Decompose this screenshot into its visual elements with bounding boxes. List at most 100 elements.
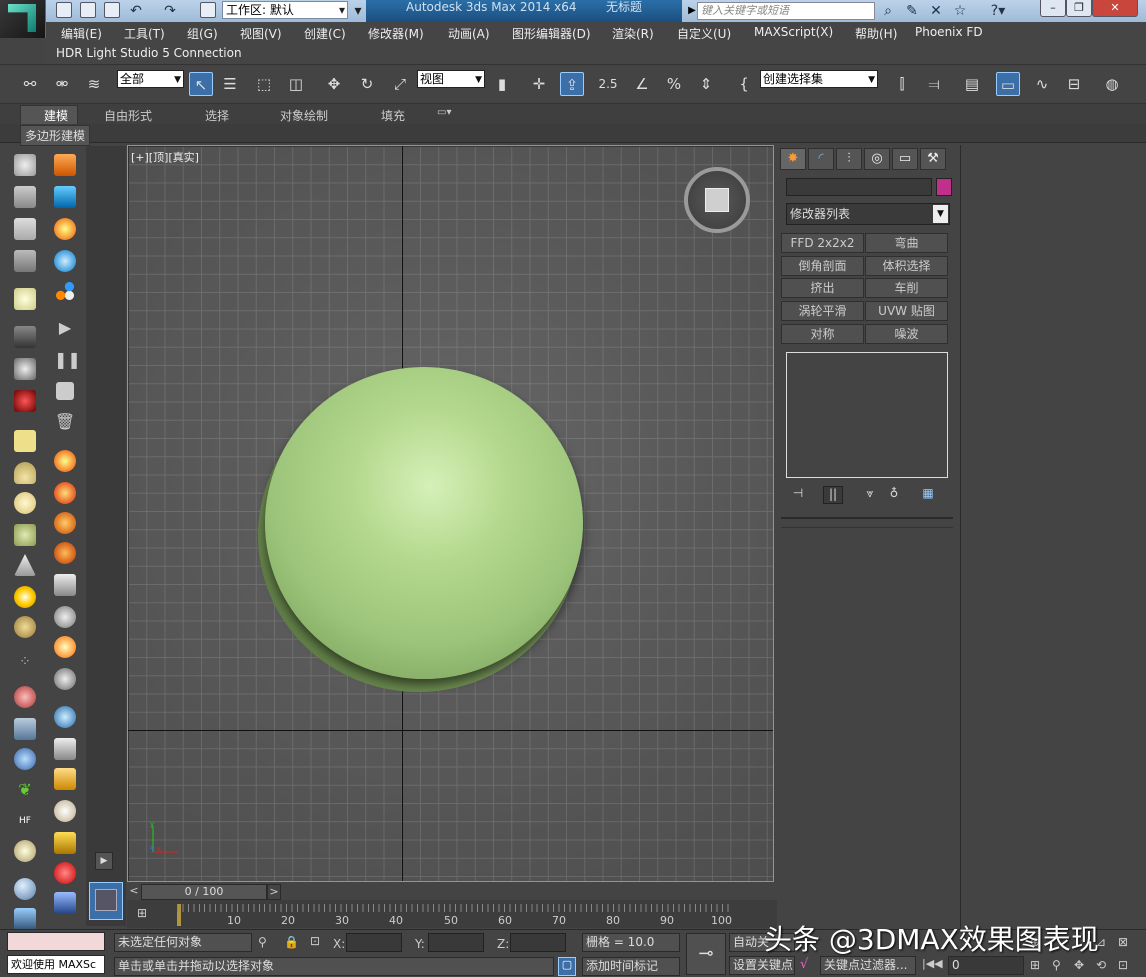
menu-tools[interactable]: 工具(T) bbox=[124, 25, 165, 42]
rotate-icon[interactable]: ↻ bbox=[355, 72, 379, 96]
hf-icon[interactable]: HF bbox=[14, 810, 36, 832]
expand-arrow-icon[interactable]: ▶ bbox=[95, 852, 113, 870]
snap-toggle-icon[interactable]: 2.5 bbox=[596, 72, 620, 96]
smoke-icon[interactable] bbox=[54, 574, 76, 596]
tools-icon[interactable]: ✎ bbox=[904, 3, 920, 19]
beer-icon[interactable] bbox=[54, 768, 76, 790]
menu-help[interactable]: 帮助(H) bbox=[855, 25, 897, 42]
workspace-dropdown[interactable]: 工作区: 默认 bbox=[222, 1, 348, 19]
sphere-icon[interactable] bbox=[14, 616, 36, 638]
gear-icon[interactable] bbox=[14, 748, 36, 770]
document-icon[interactable] bbox=[14, 218, 36, 240]
turbosmooth-button[interactable]: 涡轮平滑 bbox=[781, 301, 864, 321]
utilities-tab-icon[interactable]: ⚒ bbox=[920, 148, 946, 170]
box-icon[interactable] bbox=[54, 892, 76, 914]
tab-selection[interactable]: 选择 bbox=[205, 107, 229, 124]
bevel-profile-button[interactable]: 倒角剖面 bbox=[781, 256, 864, 276]
show-end-result-icon[interactable]: || bbox=[823, 486, 843, 504]
orbit-icon[interactable]: ⟲ bbox=[1096, 958, 1112, 974]
open-file-icon[interactable] bbox=[80, 2, 96, 18]
pan-icon[interactable]: ✥ bbox=[1074, 958, 1090, 974]
isolate-icon[interactable]: ⚲ bbox=[258, 935, 272, 951]
particles-color-icon[interactable] bbox=[54, 280, 76, 302]
new-file-icon[interactable] bbox=[56, 2, 72, 18]
zoom-extents-icon[interactable]: ⊠ bbox=[1118, 935, 1134, 951]
table-icon[interactable] bbox=[14, 250, 36, 272]
layer-manager-icon[interactable]: ▤ bbox=[960, 72, 984, 96]
symmetry-button[interactable]: 对称 bbox=[781, 324, 864, 344]
time-config-icon[interactable]: ⊞ bbox=[1030, 958, 1046, 974]
remove-modifier-icon[interactable]: ♁ bbox=[884, 486, 904, 504]
cloud-icon[interactable] bbox=[54, 668, 76, 690]
volume-select-button[interactable]: 体积选择 bbox=[865, 256, 948, 276]
hedra-icon[interactable] bbox=[14, 524, 36, 546]
y-coordinate-field[interactable] bbox=[428, 933, 484, 952]
drop-icon[interactable] bbox=[54, 706, 76, 728]
reference-coordinate-dropdown[interactable]: 视图 bbox=[417, 70, 485, 88]
window-crossing-icon[interactable]: ◫ bbox=[284, 72, 308, 96]
percent-snap-icon[interactable]: % bbox=[662, 72, 686, 96]
menu-maxscript[interactable]: MAXScript(X) bbox=[754, 25, 833, 39]
lock-icon[interactable]: 🔒 bbox=[284, 935, 299, 951]
sphere-half-icon[interactable] bbox=[14, 358, 36, 380]
viewport-top[interactable]: [+][顶][真实] y z x bbox=[127, 145, 774, 882]
plane-icon[interactable] bbox=[14, 430, 36, 452]
ribbon-options-icon[interactable]: ▭▾ bbox=[437, 107, 451, 118]
menu-views[interactable]: 视图(V) bbox=[240, 25, 282, 42]
current-frame-field[interactable]: 0 bbox=[948, 956, 1024, 975]
bend-button[interactable]: 弯曲 bbox=[865, 233, 948, 253]
flame-2-icon[interactable] bbox=[54, 482, 76, 504]
menu-graph-editors[interactable]: 图形编辑器(D) bbox=[512, 25, 591, 42]
maxscript-mini-listener[interactable]: 欢迎使用 MAXSc bbox=[7, 955, 105, 974]
undo-icon[interactable]: ↶ bbox=[128, 3, 144, 19]
set-key-icon[interactable]: ⊸ bbox=[686, 933, 726, 975]
menu-animation[interactable]: 动画(A) bbox=[448, 25, 490, 42]
chevron-down-icon[interactable]: ▾ bbox=[350, 3, 366, 19]
ffd-button[interactable]: FFD 2x2x2 bbox=[781, 233, 864, 253]
spinner-snap-icon[interactable]: ⇕ bbox=[694, 72, 718, 96]
viewcube-face[interactable] bbox=[705, 188, 729, 212]
select-by-name-icon[interactable]: ☰ bbox=[218, 72, 242, 96]
schematic-view-icon[interactable]: ⊟ bbox=[1062, 72, 1086, 96]
mountain-icon[interactable] bbox=[14, 718, 36, 740]
cone-icon[interactable] bbox=[14, 554, 36, 576]
exchange-icon[interactable]: ✕ bbox=[928, 3, 944, 19]
object-name-field[interactable] bbox=[786, 178, 932, 196]
circle-icon[interactable] bbox=[14, 492, 36, 514]
particles-icon[interactable]: ⁘ bbox=[14, 654, 36, 676]
named-selection-dropdown[interactable]: 创建选择集 bbox=[760, 70, 878, 88]
teapot-icon[interactable] bbox=[14, 154, 36, 176]
minimize-button[interactable]: – bbox=[1040, 0, 1066, 17]
pin-stack-icon[interactable]: ⊣ bbox=[788, 486, 808, 504]
save-file-icon[interactable] bbox=[104, 2, 120, 18]
time-prev-icon[interactable]: < bbox=[127, 884, 141, 900]
viewport-layout-icon[interactable] bbox=[89, 882, 123, 920]
tab-populate[interactable]: 填充 bbox=[381, 107, 405, 124]
subtab-polygon-modeling[interactable]: 多边形建模 bbox=[20, 125, 91, 146]
tab-modeling[interactable]: 建模 bbox=[44, 107, 68, 124]
phoenix-liquid-icon[interactable] bbox=[54, 186, 76, 208]
display-tab-icon[interactable]: ▭ bbox=[892, 148, 918, 170]
star-icon[interactable]: ☆ bbox=[952, 3, 968, 19]
menu-rendering[interactable]: 渲染(R) bbox=[612, 25, 654, 42]
menu-phoenix-fd[interactable]: Phoenix FD bbox=[915, 25, 983, 39]
bind-space-warp-icon[interactable]: ≋ bbox=[82, 72, 106, 96]
go-to-start-icon[interactable]: |◀◀ bbox=[922, 957, 944, 976]
dome-icon[interactable] bbox=[14, 462, 36, 484]
sphere-object[interactable] bbox=[265, 367, 583, 679]
zoom-icon[interactable]: ⚲ bbox=[1052, 958, 1068, 974]
redo-icon[interactable]: ↷ bbox=[162, 3, 178, 19]
time-next-icon[interactable]: > bbox=[267, 884, 281, 900]
flame-1-icon[interactable] bbox=[54, 450, 76, 472]
film-reel-icon[interactable] bbox=[14, 390, 36, 412]
menu-group[interactable]: 组(G) bbox=[187, 25, 218, 42]
uvw-map-button[interactable]: UVW 贴图 bbox=[865, 301, 948, 321]
key-filters-button[interactable]: 关键点过滤器... bbox=[820, 956, 916, 975]
flame-3-icon[interactable] bbox=[54, 512, 76, 534]
hold-icon[interactable] bbox=[200, 2, 216, 18]
hierarchy-tab-icon[interactable]: ⫶ bbox=[836, 148, 862, 170]
viewport-label[interactable]: [+][顶][真实] bbox=[131, 149, 199, 165]
menu-create[interactable]: 创建(C) bbox=[304, 25, 346, 42]
unlink-icon[interactable]: ⚮ bbox=[50, 72, 74, 96]
curve-editor-icon[interactable]: ∿ bbox=[1030, 72, 1054, 96]
